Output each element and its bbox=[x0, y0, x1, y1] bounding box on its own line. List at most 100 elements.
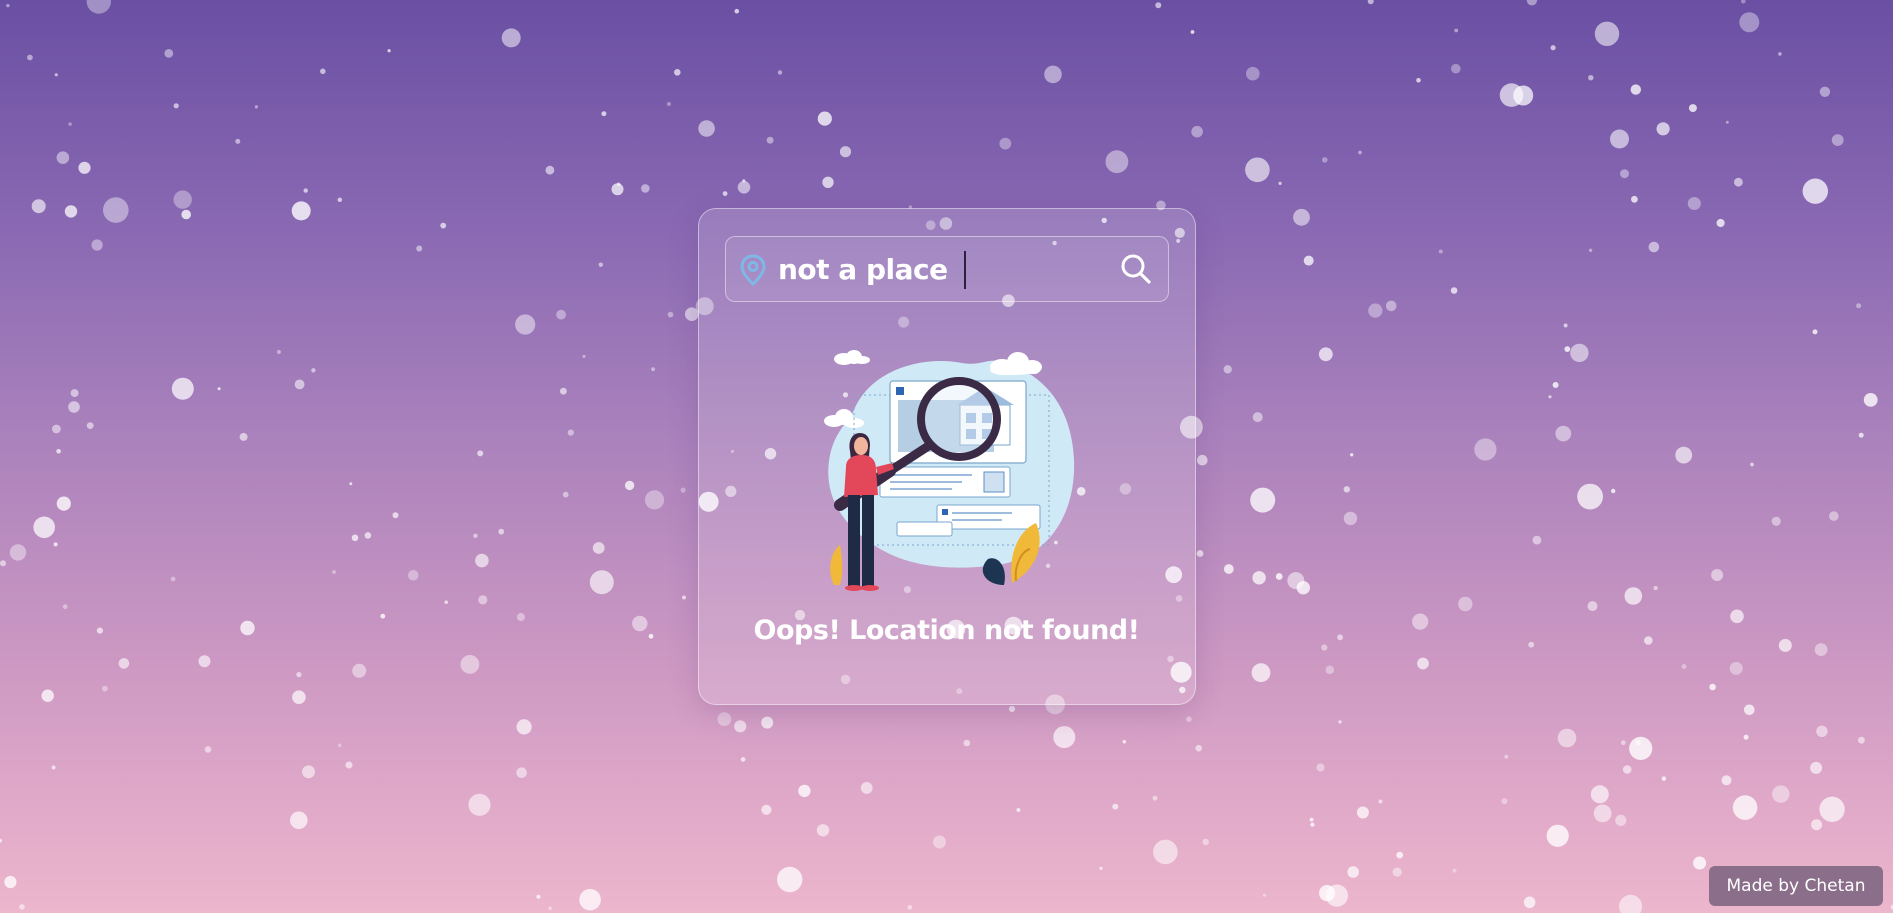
snowflake bbox=[766, 136, 774, 144]
snowflake bbox=[860, 782, 873, 794]
snowflake bbox=[1635, 740, 1641, 746]
snowflake bbox=[56, 449, 61, 454]
snowflake bbox=[1367, 0, 1374, 5]
snowflake bbox=[41, 689, 54, 702]
snowflake bbox=[1570, 343, 1589, 363]
snowflake bbox=[1593, 804, 1612, 823]
snowflake bbox=[292, 690, 306, 704]
snowflake bbox=[6, 3, 10, 8]
snowflake bbox=[1343, 511, 1358, 526]
snowflake bbox=[337, 743, 342, 748]
snowflake bbox=[349, 482, 353, 486]
snowflake bbox=[56, 151, 70, 164]
snowflake bbox=[51, 765, 56, 770]
snowflake bbox=[682, 595, 686, 600]
author-credit-link[interactable]: Made by Chetan bbox=[1709, 866, 1883, 906]
snowflake bbox=[1251, 663, 1271, 683]
snowflake bbox=[1564, 346, 1571, 352]
snowflake bbox=[1661, 776, 1667, 781]
snowflake bbox=[1417, 657, 1429, 670]
snowflake bbox=[1196, 550, 1204, 557]
snowflake bbox=[70, 389, 79, 398]
snowflake bbox=[1438, 249, 1443, 254]
snowflake bbox=[1325, 665, 1335, 675]
snowflake bbox=[460, 655, 480, 674]
snowflake bbox=[1709, 683, 1716, 691]
snowflake bbox=[611, 183, 624, 196]
snowflake bbox=[254, 105, 258, 109]
search-icon[interactable] bbox=[1118, 251, 1154, 287]
snowflake bbox=[822, 176, 834, 188]
snowflake bbox=[1557, 728, 1577, 748]
snowflake bbox=[291, 201, 311, 221]
snowflake bbox=[560, 387, 567, 395]
snowflake bbox=[1681, 664, 1687, 669]
snowflake bbox=[294, 379, 305, 390]
snowflake bbox=[478, 595, 488, 605]
snowflake bbox=[516, 613, 525, 621]
snowflake bbox=[1356, 806, 1369, 819]
snowflake bbox=[1246, 66, 1260, 81]
snowflake bbox=[444, 600, 448, 604]
snowflake bbox=[1716, 218, 1725, 228]
snowflake bbox=[685, 307, 699, 322]
snowflake bbox=[1744, 704, 1755, 716]
snowflake bbox=[1008, 705, 1016, 713]
snowflake bbox=[4, 875, 17, 889]
snowflake bbox=[102, 685, 108, 692]
snowflake bbox=[1563, 323, 1568, 328]
snowflake bbox=[817, 111, 832, 126]
snowflake bbox=[1186, 716, 1192, 722]
snowflake bbox=[777, 70, 783, 75]
snowflake bbox=[290, 811, 308, 830]
snowflake bbox=[1734, 177, 1743, 187]
snowflake bbox=[1615, 814, 1627, 827]
snowflake bbox=[644, 490, 665, 510]
snowflake bbox=[674, 69, 681, 76]
snowflake bbox=[1528, 641, 1535, 648]
snowflake bbox=[96, 627, 103, 634]
snowflake bbox=[1610, 129, 1629, 149]
snowflake bbox=[56, 496, 71, 511]
snowflake bbox=[1778, 52, 1782, 56]
weather-card: Oops! Location not found! bbox=[698, 208, 1196, 705]
snowflake bbox=[562, 491, 569, 498]
snowflake bbox=[1358, 150, 1362, 155]
snowflake bbox=[536, 894, 541, 899]
snowflake bbox=[1772, 785, 1790, 803]
text-caret bbox=[964, 251, 966, 289]
snowflake bbox=[1810, 761, 1823, 774]
snowflake bbox=[239, 432, 248, 441]
snowflake bbox=[1202, 838, 1209, 846]
snowflake bbox=[1452, 868, 1457, 873]
snowflake bbox=[27, 54, 33, 61]
snowflake bbox=[1325, 884, 1348, 907]
snowflake bbox=[54, 73, 58, 77]
snowflake bbox=[1729, 661, 1743, 675]
snowflake bbox=[1555, 425, 1572, 442]
snowflake bbox=[416, 245, 423, 252]
snowflake bbox=[1504, 754, 1509, 759]
snowflake bbox=[1296, 581, 1311, 595]
snowflake bbox=[667, 311, 674, 318]
city-search-input[interactable] bbox=[778, 247, 1108, 291]
snowflake bbox=[296, 672, 302, 678]
snowflake bbox=[1195, 744, 1202, 752]
snowflake bbox=[589, 570, 614, 595]
snowflake bbox=[1619, 894, 1643, 913]
snowflake bbox=[1316, 763, 1325, 772]
snowflake bbox=[1303, 255, 1314, 266]
error-message: Oops! Location not found! bbox=[753, 615, 1140, 646]
snowflake bbox=[0, 560, 6, 567]
snowflake bbox=[1812, 329, 1818, 335]
snowflake bbox=[632, 615, 648, 632]
snowflake bbox=[380, 613, 386, 619]
snowflake bbox=[1858, 736, 1865, 744]
snowflake bbox=[337, 197, 342, 202]
snowflake bbox=[240, 620, 255, 636]
snowflake bbox=[1338, 720, 1342, 724]
snowflake bbox=[1816, 725, 1828, 737]
snowflake bbox=[816, 824, 830, 837]
snowflake bbox=[1252, 412, 1263, 423]
snowflake bbox=[1631, 195, 1638, 203]
